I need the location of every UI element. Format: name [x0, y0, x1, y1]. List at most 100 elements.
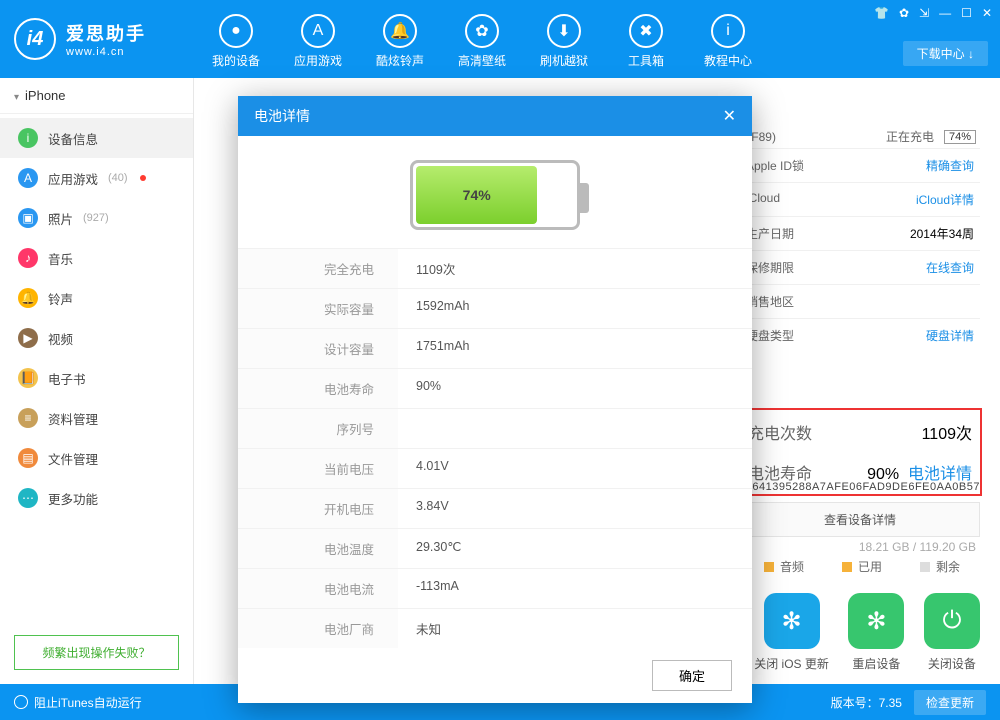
nav-icon-2: 🔔 — [383, 14, 417, 48]
sidebar-icon-4: 🔔 — [18, 288, 38, 308]
sidebar-icon-5: ▶ — [18, 328, 38, 348]
info-row-4: 销售地区 — [740, 284, 980, 318]
modal-title: 电池详情 — [254, 106, 310, 126]
sidebar-icon-6: 📙 — [18, 368, 38, 388]
charging-label: 正在充电 — [886, 128, 934, 145]
nav-item-2[interactable]: 🔔酷炫铃声 — [368, 10, 432, 69]
nav-icon-3: ✿ — [465, 14, 499, 48]
modal-row-4: 序列号 — [238, 408, 752, 448]
info-row-5: 硬盘类型 硬盘详情 — [740, 318, 980, 352]
window-controls: 👕 ✿ ⇲ — ☐ ✕ — [874, 6, 992, 20]
main-nav: ●我的设备 A应用游戏 🔔酷炫铃声 ✿高清壁纸 ⬇刷机越狱 ✖工具箱 i教程中心 — [204, 10, 760, 69]
action-icon-5: ✻ — [848, 593, 904, 649]
sidebar-item-4[interactable]: 🔔 铃声 — [0, 278, 193, 318]
nav-item-4[interactable]: ⬇刷机越狱 — [532, 10, 596, 69]
resize-icon[interactable]: ⇲ — [919, 6, 929, 20]
legend-audio: 音频 — [764, 558, 804, 575]
info-val-0[interactable]: 精确查询 — [926, 157, 974, 174]
legend-used: 已用 — [842, 558, 882, 575]
info-val-5[interactable]: 硬盘详情 — [926, 327, 974, 344]
storage-text: 18.21 GB / 119.20 GB — [859, 540, 976, 554]
brand-name: 爱思助手 — [66, 20, 146, 46]
sidebar-item-9[interactable]: ⋯ 更多功能 — [0, 478, 193, 518]
red-row-0: 充电次数 1109次 — [742, 412, 978, 452]
battery-fill: 74% — [416, 166, 537, 224]
sidebar-item-6[interactable]: 📙 电子书 — [0, 358, 193, 398]
modal-close-icon[interactable]: ✕ — [723, 106, 736, 126]
help-link[interactable]: 频繁出现操作失败？ — [14, 635, 179, 670]
action-icon-4: ✻ — [764, 593, 820, 649]
circle-icon[interactable] — [14, 695, 28, 709]
modal-row-7: 电池温度 29.30℃ — [238, 528, 752, 568]
modal-row-1: 实际容量 1592mAh — [238, 288, 752, 328]
view-device-details-button[interactable]: 查看设备详情 — [740, 502, 980, 537]
action-6[interactable]: ⏻关闭设备 — [924, 593, 980, 672]
itunes-block-label[interactable]: 阻止iTunes自动运行 — [34, 694, 142, 711]
close-icon[interactable]: ✕ — [982, 6, 992, 20]
sidebar-icon-1: A — [18, 168, 38, 188]
info-row-1: iCloud iCloud详情 — [740, 182, 980, 216]
modal-row-3: 电池寿命 90% — [238, 368, 752, 408]
modal-row-6: 开机电压 3.84V — [238, 488, 752, 528]
sidebar-icon-0: i — [18, 128, 38, 148]
sidebar-item-2[interactable]: ▣ 照片 (927) — [0, 198, 193, 238]
device-info-table: Apple ID锁 精确查询 iCloud iCloud详情 生产日期 2014… — [740, 148, 980, 352]
action-4[interactable]: ✻关闭 iOS 更新 — [754, 593, 829, 672]
nav-icon-6: i — [711, 14, 745, 48]
brand-url: www.i4.cn — [66, 46, 146, 58]
ok-button[interactable]: 确定 — [652, 660, 732, 691]
sidebar-item-5[interactable]: ▶ 视频 — [0, 318, 193, 358]
sidebar-item-3[interactable]: ♪ 音乐 — [0, 238, 193, 278]
modal-row-9: 电池厂商 未知 — [238, 608, 752, 648]
device-serial: F5641395288A7AFE06FAD9DE6FE0AA0B57 — [739, 481, 980, 493]
serial-fragment: F89) — [751, 130, 776, 144]
action-5[interactable]: ✻重启设备 — [848, 593, 904, 672]
action-icon-6: ⏻ — [924, 593, 980, 649]
sidebar: iPhone i 设备信息 A 应用游戏 (40) ▣ 照片 (927) ♪ 音… — [0, 78, 194, 684]
info-val-1[interactable]: iCloud详情 — [916, 191, 974, 208]
version-value: 7.35 — [879, 696, 902, 710]
nav-item-3[interactable]: ✿高清壁纸 — [450, 10, 514, 69]
version-label: 版本号： — [831, 696, 879, 710]
info-row-0: Apple ID锁 精确查询 — [740, 148, 980, 182]
legend-free: 剩余 — [920, 558, 960, 575]
modal-row-2: 设计容量 1751mAh — [238, 328, 752, 368]
sidebar-item-1[interactable]: A 应用游戏 (40) — [0, 158, 193, 198]
modal-row-0: 完全充电 1109次 — [238, 248, 752, 288]
nav-icon-4: ⬇ — [547, 14, 581, 48]
info-row-3: 保修期限 在线查询 — [740, 250, 980, 284]
minimize-icon[interactable]: — — [939, 6, 951, 20]
shirt-icon[interactable]: 👕 — [874, 6, 889, 20]
check-update-button[interactable]: 检查更新 — [914, 690, 986, 715]
battery-graphic: 74% — [410, 160, 580, 230]
sidebar-icon-3: ♪ — [18, 248, 38, 268]
info-row-2: 生产日期 2014年34周 — [740, 216, 980, 250]
modal-row-8: 电池电流 -113mA — [238, 568, 752, 608]
storage-legend: 音频 已用 剩余 — [764, 558, 960, 575]
download-center-button[interactable]: 下载中心 ↓ — [903, 41, 988, 66]
maximize-icon[interactable]: ☐ — [961, 6, 972, 20]
info-val-2: 2014年34周 — [910, 225, 974, 242]
app-header: i4 爱思助手 www.i4.cn ●我的设备 A应用游戏 🔔酷炫铃声 ✿高清壁纸 ⬇刷… — [0, 0, 1000, 78]
logo-icon: i4 — [14, 18, 56, 60]
battery-detail-modal: 电池详情 ✕ 74% 完全充电 1109次 实际容量 1592mAh 设计容量 … — [238, 96, 752, 703]
sidebar-item-7[interactable]: ≡ 资料管理 — [0, 398, 193, 438]
device-selector[interactable]: iPhone — [0, 78, 193, 114]
nav-item-0[interactable]: ●我的设备 — [204, 10, 268, 69]
nav-icon-5: ✖ — [629, 14, 663, 48]
sidebar-item-8[interactable]: ▤ 文件管理 — [0, 438, 193, 478]
sidebar-icon-9: ⋯ — [18, 488, 38, 508]
info-val-3[interactable]: 在线查询 — [926, 259, 974, 276]
brand: i4 爱思助手 www.i4.cn — [14, 18, 194, 60]
modal-row-5: 当前电压 4.01V — [238, 448, 752, 488]
sidebar-icon-8: ▤ — [18, 448, 38, 468]
nav-item-5[interactable]: ✖工具箱 — [614, 10, 678, 69]
nav-item-6[interactable]: i教程中心 — [696, 10, 760, 69]
sidebar-icon-2: ▣ — [18, 208, 38, 228]
sidebar-item-0[interactable]: i 设备信息 — [0, 118, 193, 158]
gear-icon[interactable]: ✿ — [899, 6, 909, 20]
nav-icon-1: A — [301, 14, 335, 48]
update-dot — [140, 175, 146, 181]
nav-icon-0: ● — [219, 14, 253, 48]
nav-item-1[interactable]: A应用游戏 — [286, 10, 350, 69]
